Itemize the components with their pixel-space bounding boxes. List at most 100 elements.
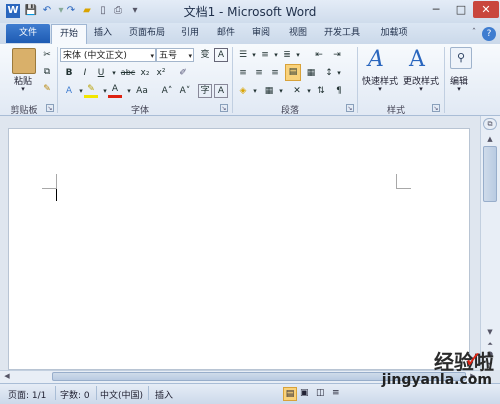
document-page[interactable] — [8, 128, 470, 370]
quick-styles-icon[interactable]: A — [368, 47, 384, 72]
align-right-icon[interactable]: ≡ — [268, 66, 282, 80]
clipboard-launcher-icon[interactable]: ↘ — [46, 104, 54, 112]
chevron-down-icon[interactable]: ▾ — [375, 85, 385, 93]
tab-developer[interactable]: 开发工具 — [319, 24, 365, 43]
tab-addins[interactable]: 加载项 — [374, 24, 414, 43]
save-icon[interactable]: 💾 — [24, 4, 38, 18]
chevron-down-icon: ▾ — [188, 52, 192, 60]
scroll-down-icon[interactable]: ▼ — [483, 328, 497, 336]
align-center-icon[interactable]: ≡ — [252, 66, 266, 80]
group-divider — [57, 47, 58, 113]
scroll-up-icon[interactable]: ▲ — [483, 135, 497, 143]
group-divider — [357, 47, 358, 113]
show-marks-icon[interactable]: ¶ — [332, 84, 346, 98]
chevron-down-icon[interactable]: ▾ — [416, 85, 426, 93]
text-cursor — [56, 189, 57, 201]
font-name-combo[interactable]: 宋体 (中文正文) ▾ — [60, 48, 156, 62]
minimize-button[interactable]: ─ — [424, 1, 448, 18]
character-border-icon[interactable]: A — [214, 48, 228, 62]
strikethrough-button[interactable]: abc — [120, 66, 136, 80]
language-status[interactable]: 中文(中国) — [100, 388, 143, 401]
redo-icon[interactable]: ↷ — [64, 4, 78, 18]
customize-icon[interactable]: ▾ — [128, 4, 142, 18]
scroll-thumb[interactable] — [483, 146, 497, 202]
close-button[interactable]: ✕ — [473, 1, 499, 18]
outline-view-icon[interactable]: ≡ — [332, 388, 340, 398]
font-group-label: 字体 — [130, 106, 149, 116]
character-shading-icon[interactable]: A — [214, 84, 228, 98]
format-painter-icon[interactable]: ✎ — [40, 82, 54, 96]
new-icon[interactable]: ▯ — [96, 4, 110, 18]
ruler-toggle-icon[interactable]: ⧉ — [483, 118, 497, 130]
copy-icon[interactable]: ⧉ — [40, 65, 54, 79]
distributed-icon[interactable]: ▦ — [304, 66, 318, 80]
tab-view[interactable]: 视图 — [283, 24, 313, 43]
enclose-characters-icon[interactable]: 字 — [198, 84, 212, 98]
chevron-down-icon[interactable]: ▾ — [291, 48, 305, 62]
full-screen-view-icon[interactable]: ▣ — [300, 388, 309, 398]
italic-button[interactable]: I — [78, 66, 92, 80]
font-launcher-icon[interactable]: ↘ — [220, 104, 228, 112]
tab-insert[interactable]: 插入 — [88, 24, 118, 43]
status-divider — [148, 386, 149, 400]
page-count[interactable]: 页面: 1/1 — [8, 388, 46, 401]
superscript-button[interactable]: x² — [154, 66, 168, 80]
insert-mode-status[interactable]: 插入 — [155, 388, 173, 401]
paste-dropdown-icon[interactable]: ▾ — [18, 85, 28, 93]
tab-page-layout[interactable]: 页面布局 — [122, 24, 172, 43]
chevron-down-icon[interactable]: ▾ — [454, 85, 464, 93]
clipboard-group-label: 剪贴板 — [10, 106, 38, 116]
chevron-down-icon[interactable]: ▾ — [248, 84, 262, 98]
tab-references[interactable]: 引用 — [176, 24, 204, 43]
web-layout-view-icon[interactable]: ◫ — [316, 388, 325, 398]
justify-icon[interactable]: ▤ — [285, 64, 301, 81]
font-size-combo[interactable]: 五号 ▾ — [156, 48, 194, 62]
margin-corner-top-right — [396, 174, 411, 189]
find-binoculars-icon[interactable]: ⚲ — [450, 47, 472, 69]
chevron-down-icon[interactable]: ▾ — [332, 66, 346, 80]
underline-button[interactable]: U — [94, 66, 108, 80]
phonetic-guide-icon[interactable]: 变 — [198, 48, 212, 62]
word-count[interactable]: 字数: 0 — [60, 388, 90, 401]
grow-font-button[interactable]: A˄ — [160, 84, 174, 98]
tab-file[interactable]: 文件 — [6, 24, 50, 43]
bold-button[interactable]: B — [62, 66, 76, 80]
sort-icon[interactable]: ⇅ — [314, 84, 328, 98]
minimize-ribbon-icon[interactable]: ˆ — [468, 24, 480, 43]
print-icon[interactable]: ⎙ — [111, 4, 125, 18]
font-color-button[interactable]: A — [108, 84, 122, 98]
highlight-icon[interactable]: ✎ — [84, 84, 98, 98]
paragraph-launcher-icon[interactable]: ↘ — [346, 104, 354, 112]
cut-icon[interactable]: ✂ — [40, 48, 54, 62]
align-left-icon[interactable]: ≡ — [236, 66, 250, 80]
help-icon[interactable]: ? — [482, 27, 496, 41]
maximize-button[interactable]: □ — [449, 1, 473, 18]
change-styles-icon[interactable]: A — [409, 47, 425, 72]
subscript-button[interactable]: x₂ — [138, 66, 152, 80]
decrease-indent-icon[interactable]: ⇤ — [312, 48, 326, 62]
word-app-icon[interactable]: W — [6, 4, 20, 18]
scroll-left-icon[interactable]: ◀ — [2, 372, 12, 380]
tab-home[interactable]: 开始 — [51, 24, 87, 44]
tab-review[interactable]: 审阅 — [246, 24, 276, 43]
print-layout-view-icon[interactable]: ▤ — [283, 387, 297, 401]
undo-icon[interactable]: ↶ — [40, 4, 54, 18]
chevron-down-icon: ▾ — [150, 52, 154, 60]
group-divider — [232, 47, 233, 113]
watermark-url: jingyanla.com — [381, 372, 492, 388]
styles-group-label: 样式 — [386, 106, 405, 116]
open-icon[interactable]: ▰ — [80, 4, 94, 18]
tab-mailings[interactable]: 邮件 — [212, 24, 240, 43]
margin-corner-top-left — [42, 174, 57, 189]
underline-dropdown-icon[interactable]: ▾ — [107, 66, 121, 80]
styles-launcher-icon[interactable]: ↘ — [432, 104, 440, 112]
clear-formatting-icon[interactable]: ✐ — [176, 66, 190, 80]
increase-indent-icon[interactable]: ⇥ — [330, 48, 344, 62]
paste-icon[interactable] — [12, 48, 36, 74]
checkmark-icon: ✓ — [464, 348, 483, 373]
chevron-down-icon[interactable]: ▾ — [274, 84, 288, 98]
font-size-value: 五号 — [159, 51, 178, 61]
change-case-button[interactable]: Aa — [134, 84, 150, 98]
shrink-font-button[interactable]: A˅ — [178, 84, 192, 98]
paragraph-group-label: 段落 — [280, 106, 299, 116]
